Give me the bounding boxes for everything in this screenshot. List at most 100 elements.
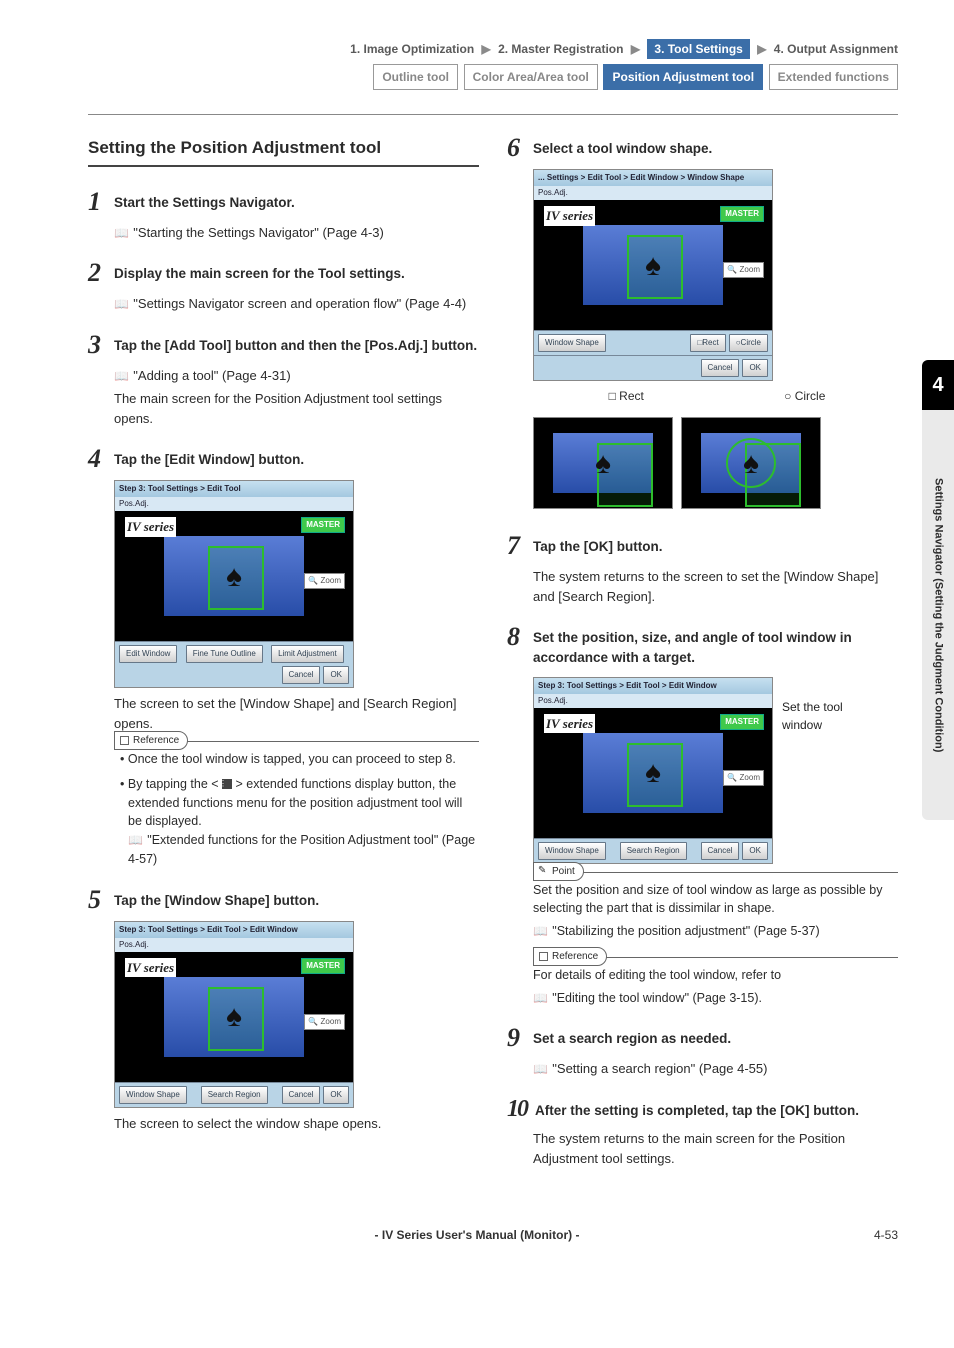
cross-ref[interactable]: "Setting a search region" (Page 4-55): [533, 1059, 898, 1079]
tab-color-area-tool[interactable]: Color Area/Area tool: [464, 64, 598, 90]
ok-button[interactable]: OK: [323, 666, 349, 684]
step-title: Tap the [Add Tool] button and then the […: [114, 332, 477, 356]
page-footer: - IV Series User's Manual (Monitor) - 4-…: [0, 1226, 954, 1244]
master-badge: MASTER: [301, 958, 345, 974]
step-title: Start the Settings Navigator.: [114, 189, 295, 213]
step-number: 8: [507, 624, 533, 650]
cross-ref[interactable]: "Editing the tool window" (Page 3-15).: [533, 989, 898, 1008]
tab-position-adjustment-tool[interactable]: Position Adjustment tool: [603, 64, 763, 90]
step-number: 10: [507, 1097, 535, 1121]
cross-ref[interactable]: "Settings Navigator screen and operation…: [114, 294, 479, 314]
step-8: 8 Set the position, size, and angle of t…: [507, 624, 898, 669]
step-7: 7 Tap the [OK] button.: [507, 533, 898, 559]
edit-window-button[interactable]: Edit Window: [119, 645, 177, 663]
point-tag: Point: [533, 862, 584, 881]
spade-icon: ♠: [595, 441, 611, 486]
screenshot-crumb: ... Settings > Edit Tool > Edit Window >…: [534, 170, 772, 186]
extended-functions-icon: ⋮: [222, 779, 232, 789]
zoom-button[interactable]: 🔍 Zoom: [304, 1014, 345, 1030]
window-shape-button[interactable]: Window Shape: [538, 842, 606, 860]
section-title: Setting the Position Adjustment tool: [88, 135, 479, 167]
spade-icon: ♠: [226, 554, 242, 599]
nav-step-3[interactable]: 3. Tool Settings: [647, 39, 749, 59]
reference-box: Reference For details of editing the too…: [533, 957, 898, 1008]
cancel-button[interactable]: Cancel: [701, 359, 740, 377]
step-title: Tap the [Edit Window] button.: [114, 446, 304, 470]
step-title: Set the position, size, and angle of too…: [533, 624, 898, 669]
nav-sep: ▶: [631, 42, 640, 56]
step-3: 3 Tap the [Add Tool] button and then the…: [88, 332, 479, 358]
ok-button[interactable]: OK: [742, 359, 768, 377]
nav-sep: ▶: [482, 42, 491, 56]
device-screenshot-edit-tool: Step 3: Tool Settings > Edit Tool Pos.Ad…: [114, 480, 354, 688]
cross-ref[interactable]: "Adding a tool" (Page 4-31): [114, 366, 479, 386]
step-number: 9: [507, 1025, 533, 1051]
spade-icon: ♠: [645, 750, 661, 795]
circle-option-button[interactable]: ○Circle: [729, 334, 768, 352]
reference-tag: Reference: [533, 947, 607, 966]
device-screenshot-window-shape: Step 3: Tool Settings > Edit Tool > Edit…: [114, 921, 354, 1108]
nav-step-2[interactable]: 2. Master Registration: [498, 42, 623, 56]
step-10: 10 After the setting is completed, tap t…: [507, 1097, 898, 1121]
zoom-button[interactable]: 🔍 Zoom: [723, 262, 764, 278]
fine-tune-button[interactable]: Fine Tune Outline: [186, 645, 263, 663]
shape-preview-circle: ♠: [681, 417, 821, 509]
cross-ref[interactable]: "Starting the Settings Navigator" (Page …: [114, 223, 479, 243]
step-number: 5: [88, 887, 114, 913]
step-text: The main screen for the Position Adjustm…: [114, 389, 479, 428]
step-text: The screen to set the [Window Shape] and…: [114, 694, 479, 733]
reference-tag: Reference: [114, 731, 188, 750]
cross-ref[interactable]: "Stabilizing the position adjustment" (P…: [533, 922, 898, 941]
window-shape-label: Window Shape: [538, 334, 606, 352]
tab-outline-tool[interactable]: Outline tool: [373, 64, 458, 90]
step-text: The screen to select the window shape op…: [114, 1114, 479, 1134]
reference-bullet: Once the tool window is tapped, you can …: [118, 750, 479, 769]
iv-series-label: IV series: [544, 206, 595, 226]
circle-label: ○ Circle: [717, 387, 892, 405]
nav-step-4[interactable]: 4. Output Assignment: [774, 42, 898, 56]
step-number: 1: [88, 189, 114, 215]
screenshot-crumb2: Pos.Adj.: [115, 497, 353, 511]
step-title: After the setting is completed, tap the …: [535, 1097, 859, 1121]
step-text: The system returns to the screen to set …: [533, 567, 898, 606]
step-number: 6: [507, 135, 533, 161]
step-1: 1 Start the Settings Navigator.: [88, 189, 479, 215]
step-number: 7: [507, 533, 533, 559]
nav-step-1[interactable]: 1. Image Optimization: [350, 42, 474, 56]
shape-preview-rect: ♠: [533, 417, 673, 509]
iv-series-label: IV series: [125, 517, 176, 537]
step-title: Select a tool window shape.: [533, 135, 712, 159]
screenshot-crumb2: Pos.Adj.: [534, 694, 772, 708]
reference-box: Reference Once the tool window is tapped…: [114, 741, 479, 869]
rect-option-button[interactable]: □Rect: [690, 334, 725, 352]
point-box: Point Set the position and size of tool …: [533, 872, 898, 941]
cancel-button[interactable]: Cancel: [701, 842, 740, 860]
zoom-button[interactable]: 🔍 Zoom: [723, 770, 764, 786]
search-region-button[interactable]: Search Region: [201, 1086, 268, 1104]
step-number: 3: [88, 332, 114, 358]
ok-button[interactable]: OK: [742, 842, 768, 860]
spade-icon: ♠: [226, 994, 242, 1039]
master-badge: MASTER: [720, 206, 764, 222]
tool-tabs: Outline tool Color Area/Area tool Positi…: [88, 64, 898, 90]
screenshot-crumb2: Pos.Adj.: [534, 186, 772, 200]
window-shape-button[interactable]: Window Shape: [119, 1086, 187, 1104]
point-text: Set the position and size of tool window…: [533, 881, 898, 919]
nav-sep: ▶: [757, 42, 766, 56]
step-title: Tap the [Window Shape] button.: [114, 887, 319, 911]
spade-icon: ♠: [743, 441, 759, 486]
search-region-button[interactable]: Search Region: [620, 842, 687, 860]
reference-bullet: By tapping the < ⋮ > extended functions …: [118, 775, 479, 869]
cancel-button[interactable]: Cancel: [282, 1086, 321, 1104]
step-number: 2: [88, 260, 114, 286]
limit-adj-button[interactable]: Limit Adjustment: [271, 645, 344, 663]
tab-extended-functions[interactable]: Extended functions: [769, 64, 898, 90]
divider: [88, 114, 898, 115]
zoom-button[interactable]: 🔍 Zoom: [304, 573, 345, 589]
step-title: Display the main screen for the Tool set…: [114, 260, 405, 284]
screenshot-crumb2: Pos.Adj.: [115, 938, 353, 952]
cross-ref[interactable]: "Extended functions for the Position Adj…: [128, 833, 475, 866]
screenshot-crumb: Step 3: Tool Settings > Edit Tool > Edit…: [115, 922, 353, 938]
ok-button[interactable]: OK: [323, 1086, 349, 1104]
cancel-button[interactable]: Cancel: [282, 666, 321, 684]
